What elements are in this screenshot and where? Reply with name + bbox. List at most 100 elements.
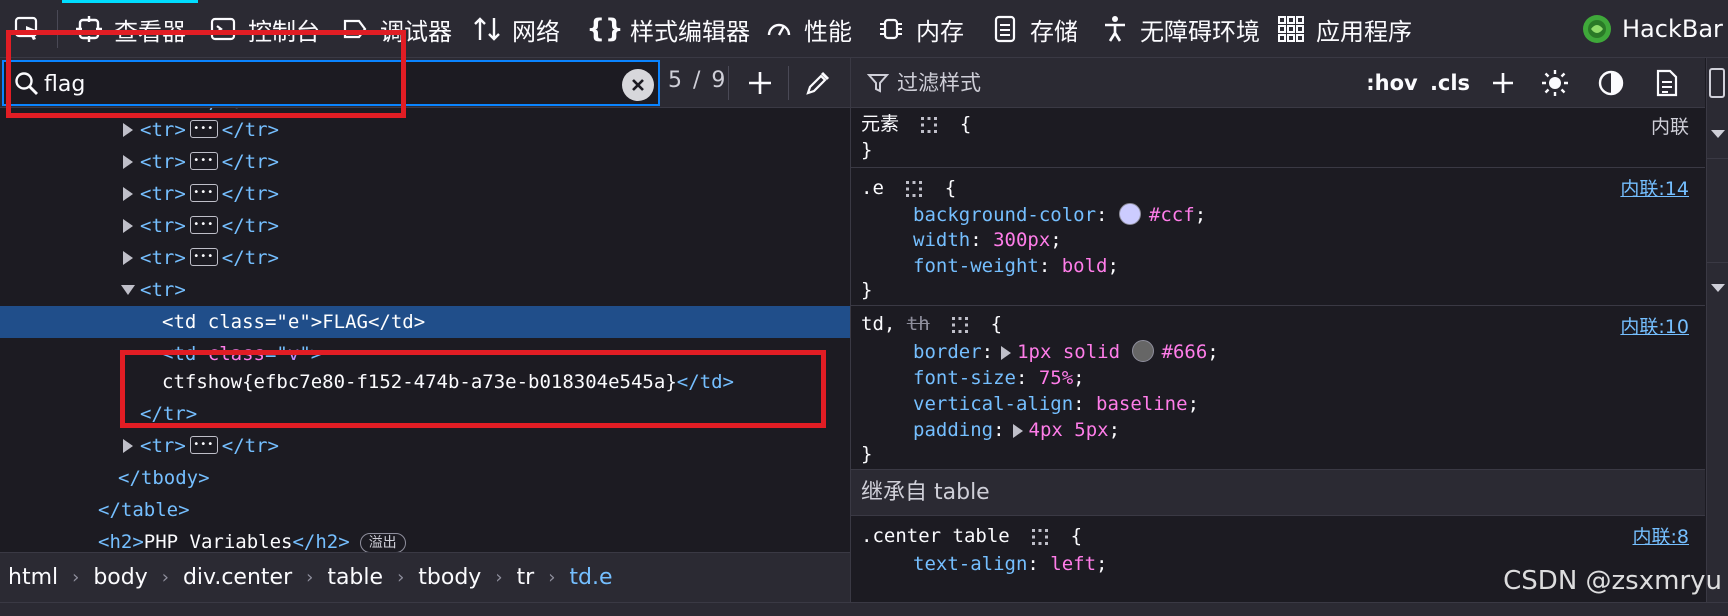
- collapsed-ellipsis[interactable]: [189, 145, 218, 177]
- chevron-right-icon: ›: [548, 567, 556, 588]
- chevron-right-icon: ›: [495, 567, 503, 588]
- breadcrumb-item[interactable]: tr: [517, 565, 535, 590]
- breadcrumb-item-current[interactable]: td.e: [569, 565, 612, 590]
- expand-triangle-icon[interactable]: [120, 178, 136, 210]
- overflow-badge[interactable]: 溢出: [359, 532, 406, 552]
- classes-button[interactable]: .cls: [1427, 66, 1473, 100]
- inspector-icon: [74, 14, 104, 44]
- expand-triangle-icon[interactable]: [1012, 423, 1023, 438]
- markup-line[interactable]: <tr></tr>: [0, 209, 850, 242]
- tab-label: 存储: [1030, 17, 1078, 46]
- markup-line[interactable]: </table>: [0, 494, 850, 526]
- grid-icon[interactable]: [920, 114, 938, 133]
- search-match-count: 5 / 9: [668, 68, 728, 93]
- markup-line[interactable]: <tr></tr>: [0, 145, 850, 178]
- breadcrumb-item[interactable]: div.center: [183, 565, 292, 590]
- declaration[interactable]: font-size: 75%;: [913, 364, 1085, 392]
- tab-debugger[interactable]: 调试器: [340, 0, 452, 58]
- tab-label: 无障碍环境: [1140, 17, 1260, 46]
- dark-scheme-button[interactable]: [1591, 66, 1631, 100]
- tab-network[interactable]: 网络: [472, 0, 560, 58]
- add-node-button[interactable]: [740, 66, 780, 100]
- light-scheme-button[interactable]: [1535, 66, 1575, 100]
- markup-line[interactable]: <tr></tr>: [0, 113, 850, 146]
- clear-search-button[interactable]: [622, 69, 654, 101]
- breadcrumb-item[interactable]: table: [327, 565, 383, 590]
- expand-triangle-icon[interactable]: [1001, 345, 1012, 360]
- document-icon: [1656, 69, 1678, 97]
- tab-storage[interactable]: 存储: [990, 0, 1078, 58]
- markup-line[interactable]: <tr>: [0, 274, 850, 306]
- expand-triangle-icon[interactable]: [120, 146, 136, 178]
- hover-states-button[interactable]: :hov: [1365, 66, 1419, 100]
- tab-style-editor[interactable]: {} 样式编辑器: [586, 0, 750, 58]
- declaration[interactable]: border: 1px solid #666;: [913, 338, 1219, 366]
- rule-element: 元素 { 内联 }: [851, 108, 1705, 168]
- hackbar-icon: [1582, 14, 1612, 44]
- application-icon: [1276, 14, 1306, 44]
- chevron-right-icon: ›: [397, 567, 405, 588]
- markup-line[interactable]: </tr>: [0, 398, 850, 430]
- tab-accessibility[interactable]: 无障碍环境: [1100, 0, 1260, 58]
- rule-selector: 元素: [861, 113, 900, 135]
- color-swatch[interactable]: [1131, 339, 1154, 362]
- breadcrumb-item[interactable]: html: [8, 565, 58, 590]
- tab-inspector[interactable]: 查看器: [62, 0, 198, 58]
- markup-line[interactable]: <h2>PHP Variables</h2> 溢出: [0, 526, 850, 552]
- expand-triangle-icon[interactable]: [120, 210, 136, 242]
- collapsed-ellipsis[interactable]: [189, 177, 218, 209]
- expand-triangle-icon[interactable]: [120, 430, 136, 462]
- rule-selector: .center table: [861, 525, 1010, 547]
- eyedropper-button[interactable]: [798, 66, 838, 100]
- tab-memory[interactable]: 内存: [876, 0, 964, 58]
- grid-icon[interactable]: [1031, 526, 1049, 545]
- add-rule-button[interactable]: [1483, 66, 1523, 100]
- markup-line[interactable]: <tr></tr>: [0, 429, 850, 462]
- expand-triangle-icon[interactable]: [120, 114, 136, 146]
- grid-icon[interactable]: [951, 314, 969, 333]
- declaration[interactable]: vertical-align: baseline;: [913, 390, 1199, 418]
- chevron-down-icon[interactable]: [1711, 284, 1725, 292]
- style-editor-icon: {}: [586, 14, 624, 44]
- tab-performance[interactable]: 性能: [764, 0, 852, 58]
- element-picker-button[interactable]: [10, 13, 46, 45]
- declaration[interactable]: width: 300px;: [913, 226, 1062, 254]
- tab-label: HackBar: [1622, 15, 1723, 43]
- declaration[interactable]: font-weight: bold;: [913, 252, 1119, 280]
- grid-icon[interactable]: [905, 178, 923, 197]
- print-media-button[interactable]: [1647, 66, 1687, 100]
- search-input[interactable]: [44, 69, 604, 99]
- chevron-down-icon[interactable]: [1711, 130, 1725, 138]
- tab-hackbar[interactable]: HackBar: [1582, 0, 1723, 58]
- color-swatch[interactable]: [1118, 202, 1141, 225]
- tab-console[interactable]: 控制台: [208, 0, 320, 58]
- filter-styles-input[interactable]: [897, 68, 1197, 98]
- sidebar-toggle-icon[interactable]: [1709, 68, 1725, 98]
- rule-source-link[interactable]: 内联:8: [1633, 522, 1690, 549]
- rule-source-link[interactable]: 内联:10: [1620, 312, 1689, 339]
- declaration[interactable]: padding: 4px 5px;: [913, 416, 1120, 444]
- collapsed-ellipsis[interactable]: [189, 429, 218, 461]
- markup-tree: <tr> </td> <tr></tr> <tr></tr> <tr></tr>…: [0, 108, 850, 552]
- rules-toolbar: :hov .cls: [851, 58, 1705, 108]
- search-box[interactable]: [2, 60, 660, 106]
- markup-line[interactable]: <tr></tr>: [0, 177, 850, 210]
- breadcrumb-item[interactable]: body: [93, 565, 147, 590]
- declaration[interactable]: background-color: #ccf;: [913, 201, 1206, 229]
- tab-label: 样式编辑器: [630, 17, 750, 46]
- collapse-triangle-icon[interactable]: [120, 274, 136, 306]
- markup-line[interactable]: <tr></tr>: [0, 241, 850, 274]
- memory-icon: [876, 14, 906, 44]
- expand-triangle-icon[interactable]: [120, 242, 136, 274]
- markup-line-selected[interactable]: <td class="e">FLAG</td>: [0, 306, 850, 338]
- markup-line[interactable]: ctfshow{efbc7e80-f152-474b-a73e-b018304e…: [0, 366, 850, 398]
- rule-source-link[interactable]: 内联:14: [1620, 174, 1689, 201]
- collapsed-ellipsis[interactable]: [189, 241, 218, 273]
- breadcrumb-item[interactable]: tbody: [418, 565, 481, 590]
- tab-application[interactable]: 应用程序: [1276, 0, 1412, 58]
- markup-line[interactable]: </tbody>: [0, 462, 850, 494]
- side-panel-strip: [1706, 58, 1728, 602]
- collapsed-ellipsis[interactable]: [189, 113, 218, 145]
- declaration[interactable]: text-align: left;: [913, 550, 1108, 578]
- collapsed-ellipsis[interactable]: [189, 209, 218, 241]
